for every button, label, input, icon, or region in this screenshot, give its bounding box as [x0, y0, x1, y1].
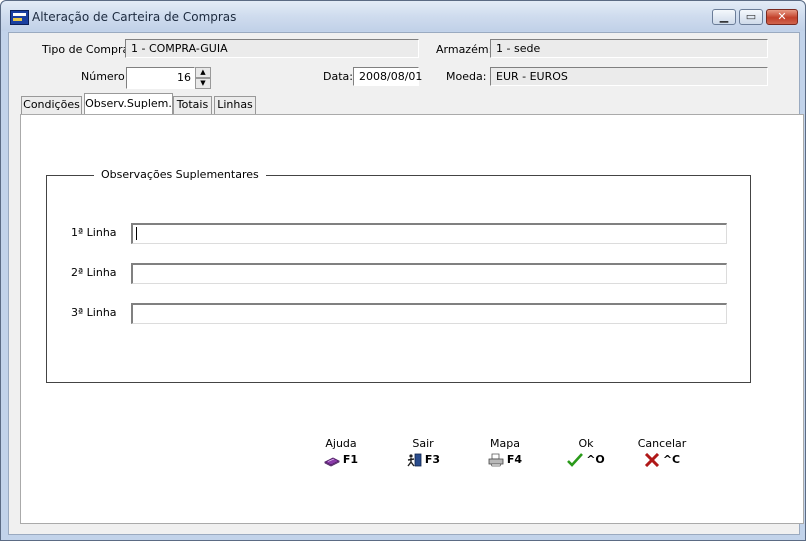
group-title: Observações Suplementares [94, 168, 266, 181]
ok-caption: Ok [578, 437, 594, 450]
app-icon [10, 10, 29, 25]
tipo-compra-field[interactable]: 1 - COMPRA-GUIA [125, 39, 419, 58]
dialog-body: Tipo de Compra: 1 - COMPRA-GUIA Armazém:… [8, 32, 804, 535]
tab-linhas[interactable]: Linhas [214, 96, 256, 114]
minimize-button[interactable]: ▁ [712, 9, 736, 25]
tab-condicoes[interactable]: Condições [21, 96, 82, 114]
printer-icon [488, 453, 504, 467]
cancelar-caption: Cancelar [637, 437, 687, 450]
sair-caption: Sair [412, 437, 434, 450]
numero-input[interactable]: 16 [126, 67, 195, 89]
ok-shortcut: ^O [586, 453, 605, 466]
text-caret [136, 227, 137, 240]
ajuda-button[interactable]: Ajuda F1 [310, 437, 372, 477]
data-field[interactable]: 2008/08/01 [353, 67, 422, 86]
linha-1-input[interactable] [131, 223, 727, 244]
moeda-field[interactable]: EUR - EUROS [490, 67, 768, 86]
ok-button[interactable]: Ok ^O [555, 437, 617, 477]
linha-2-label: 2ª Linha [71, 266, 117, 279]
spin-up-icon[interactable]: ▲ [195, 67, 211, 78]
numero-label: Número: [81, 70, 129, 83]
moeda-label: Moeda: [446, 70, 487, 83]
ajuda-shortcut: F1 [342, 453, 359, 466]
cancelar-shortcut: ^C [662, 453, 681, 466]
mapa-caption: Mapa [490, 437, 520, 450]
linha-2-input[interactable] [131, 263, 727, 284]
minimize-icon: ▁ [719, 10, 729, 23]
tab-totais[interactable]: Totais [173, 96, 212, 114]
sair-button[interactable]: Sair F3 [392, 437, 454, 477]
maximize-icon: ▭ [745, 10, 757, 23]
close-icon: ✕ [777, 10, 787, 23]
sair-shortcut: F3 [424, 453, 441, 466]
cancel-x-icon [644, 453, 659, 467]
numero-spinner[interactable]: ▲ ▼ [195, 67, 211, 89]
tab-observ-suplem[interactable]: Observ.Suplem. [84, 93, 173, 115]
armazem-field[interactable]: 1 - sede [490, 39, 768, 58]
mapa-button[interactable]: Mapa F4 [474, 437, 536, 477]
armazem-label: Armazém: [436, 43, 493, 56]
check-icon [567, 453, 584, 467]
cancelar-button[interactable]: Cancelar ^C [631, 437, 693, 477]
title-bar[interactable]: Alteração de Carteira de Compras ▁ ▭ ✕ [1, 1, 805, 31]
ajuda-caption: Ajuda [325, 437, 357, 450]
window-title: Alteração de Carteira de Compras [32, 10, 237, 24]
linha-3-input[interactable] [131, 303, 727, 324]
book-icon [324, 457, 340, 467]
spin-down-icon[interactable]: ▼ [195, 78, 211, 89]
data-label: Data: [323, 70, 353, 83]
linha-3-label: 3ª Linha [71, 306, 117, 319]
maximize-button[interactable]: ▭ [739, 9, 763, 25]
tipo-compra-label: Tipo de Compra: [42, 43, 133, 56]
close-button[interactable]: ✕ [766, 9, 798, 25]
linha-1-label: 1ª Linha [71, 226, 117, 239]
exit-door-icon [407, 453, 422, 467]
main-window: Alteração de Carteira de Compras ▁ ▭ ✕ T… [0, 0, 806, 541]
mapa-shortcut: F4 [506, 453, 523, 466]
